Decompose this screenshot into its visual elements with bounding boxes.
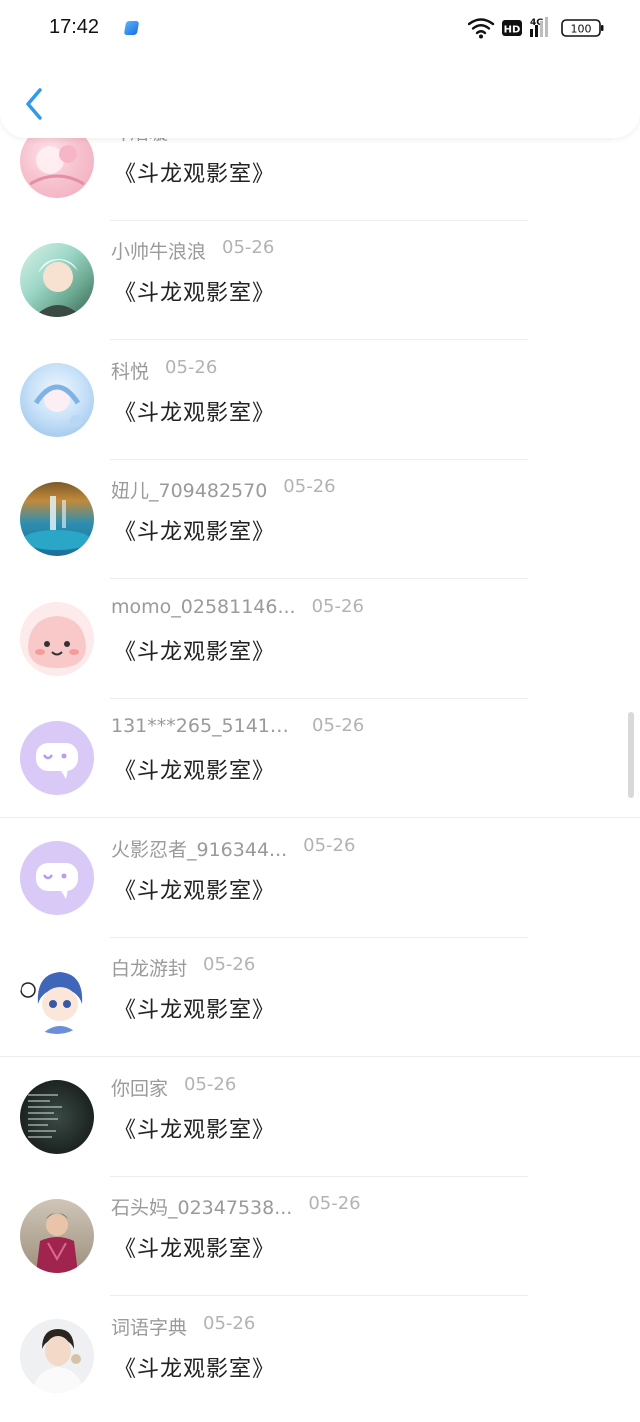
list-item[interactable]: 妞儿_709482570 05-26 《斗龙观影室》: [0, 460, 640, 579]
list-item[interactable]: 科悦 05-26 《斗龙观影室》: [0, 341, 640, 460]
avatar[interactable]: [20, 482, 94, 556]
chat-bubble-icon: [36, 863, 78, 899]
battery-level: 100: [571, 23, 592, 36]
username[interactable]: 火影忍者_916344...: [111, 835, 287, 862]
avatar[interactable]: [20, 1319, 94, 1393]
comment-date: 05-26: [165, 357, 218, 378]
list-item[interactable]: momo_02581146... 05-26 《斗龙观影室》: [0, 580, 640, 699]
username[interactable]: 白龙游封: [111, 954, 187, 981]
username[interactable]: 科悦: [111, 357, 149, 384]
comment-meta: 你回家 05-26: [111, 1074, 236, 1104]
list-item[interactable]: 火影忍者_916344... 05-26 《斗龙观影室》: [0, 819, 640, 938]
status-icons: HD 4G 100: [468, 17, 604, 39]
comment-text: 《斗龙观影室》: [114, 281, 276, 306]
comment-text: 《斗龙观影室》: [114, 1237, 276, 1262]
wifi-icon: [468, 18, 495, 35]
scrollbar[interactable]: [628, 712, 634, 798]
comment-text: 《斗龙观影室》: [114, 759, 276, 784]
app-notification-icon: [123, 21, 140, 35]
comment-date: 05-26: [222, 237, 275, 258]
comment-text: 《斗龙观影室》: [114, 162, 276, 187]
comment-text: 《斗龙观影室》: [114, 998, 276, 1023]
avatar[interactable]: [20, 243, 94, 317]
username[interactable]: 131***265_514149...: [111, 715, 296, 737]
list-item[interactable]: 131***265_514149... 05-26 《斗龙观影室》: [0, 699, 640, 818]
divider: [0, 817, 640, 818]
comment-date: 05-26: [311, 596, 364, 617]
comment-meta: 妞儿_709482570 05-26: [111, 476, 336, 506]
comment-meta: 火影忍者_916344... 05-26: [111, 835, 355, 865]
divider: [110, 578, 528, 579]
username[interactable]: 你回家: [111, 1074, 168, 1101]
username[interactable]: 妞儿_709482570: [111, 476, 267, 503]
comment-list: 叶熠璇05-27 《斗龙观影室》 小帅牛浪浪05-26 《斗龙观影室》 科悦05…: [0, 0, 640, 1422]
list-item[interactable]: 石头妈_02347538... 05-26 《斗龙观影室》: [0, 1177, 640, 1296]
comment-date: 05-26: [203, 1313, 256, 1334]
username[interactable]: 词语字典: [111, 1313, 187, 1340]
avatar[interactable]: [20, 960, 94, 1034]
comment-meta: 131***265_514149... 05-26: [111, 715, 364, 745]
clock: 17:42: [49, 16, 100, 38]
status-bar: 17:42 HD 4G 100: [0, 0, 640, 56]
comment-date: 05-26: [312, 715, 365, 736]
comment-text: 《斗龙观影室》: [114, 401, 276, 426]
comment-meta: 词语字典 05-26: [111, 1313, 255, 1343]
list-item[interactable]: 白龙游封 05-26 《斗龙观影室》: [0, 938, 640, 1057]
list-item[interactable]: 词语字典 05-26 《斗龙观影室》: [0, 1297, 640, 1416]
divider: [110, 339, 528, 340]
comment-meta: 白龙游封 05-26: [111, 954, 255, 984]
comment-meta: 石头妈_02347538... 05-26: [111, 1193, 361, 1223]
comment-meta: 科悦 05-26: [111, 357, 217, 387]
list-item[interactable]: 你回家 05-26 《斗龙观影室》: [0, 1058, 640, 1177]
username[interactable]: 石头妈_02347538...: [111, 1193, 292, 1220]
divider: [110, 1295, 528, 1296]
top-header: 17:42 HD 4G 100: [0, 0, 640, 138]
comment-date: 05-26: [308, 1193, 361, 1214]
avatar[interactable]: [20, 602, 94, 676]
comment-date: 05-26: [303, 835, 356, 856]
username[interactable]: momo_02581146...: [111, 596, 296, 618]
comment-date: 05-26: [184, 1074, 237, 1095]
comment-text: 《斗龙观影室》: [114, 520, 276, 545]
divider: [0, 1056, 640, 1057]
comment-date: 05-26: [203, 954, 256, 975]
avatar[interactable]: [20, 1080, 94, 1154]
comment-text: 《斗龙观影室》: [114, 640, 276, 665]
username[interactable]: 小帅牛浪浪: [111, 237, 206, 264]
comment-text: 《斗龙观影室》: [114, 1357, 276, 1382]
avatar[interactable]: [20, 363, 94, 437]
list-item[interactable]: 小帅牛浪浪 05-26 《斗龙观影室》: [0, 221, 640, 340]
comment-meta: momo_02581146... 05-26: [111, 596, 364, 626]
avatar[interactable]: [20, 721, 94, 795]
chat-bubble-icon: [36, 743, 78, 779]
comment-text: 《斗龙观影室》: [114, 879, 276, 904]
comment-text: 《斗龙观影室》: [114, 1118, 276, 1143]
avatar[interactable]: [20, 1199, 94, 1273]
hd-label: HD: [504, 25, 521, 36]
avatar[interactable]: [20, 841, 94, 915]
chevron-left-icon[interactable]: [18, 84, 54, 124]
comment-date: 05-26: [283, 476, 336, 497]
comment-meta: 小帅牛浪浪 05-26: [111, 237, 274, 267]
